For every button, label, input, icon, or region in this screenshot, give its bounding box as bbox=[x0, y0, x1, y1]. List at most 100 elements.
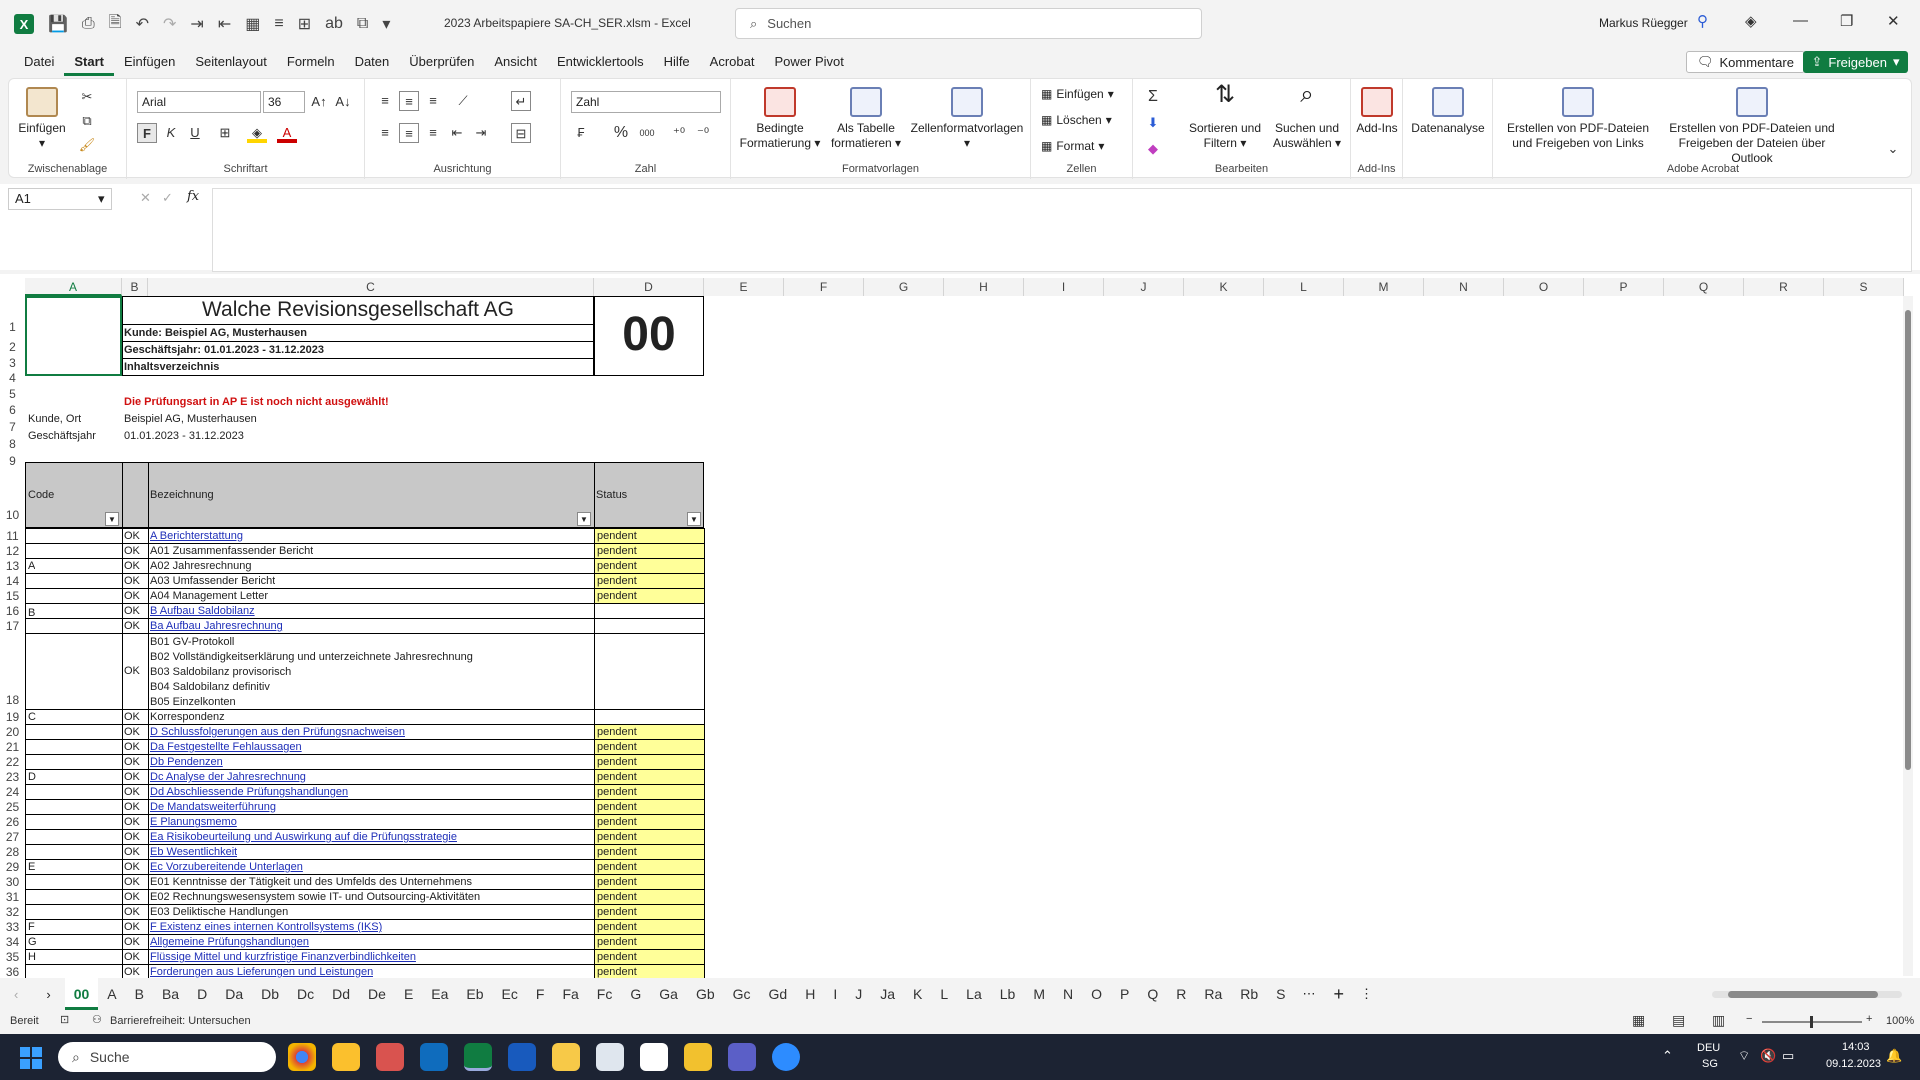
clock-date[interactable]: 09.12.2023 bbox=[1826, 1058, 1881, 1070]
sheet-tab-fa[interactable]: Fa bbox=[553, 978, 587, 1010]
copy-icon[interactable]: ⧉ bbox=[77, 111, 97, 131]
column-header-c[interactable]: C bbox=[148, 278, 594, 296]
column-header-g[interactable]: G bbox=[864, 278, 944, 296]
row-header[interactable]: 25 bbox=[0, 800, 25, 814]
row-header[interactable]: 26 bbox=[0, 815, 25, 829]
print-preview-icon[interactable]: 🗎 bbox=[109, 11, 122, 38]
row-header[interactable]: 6 bbox=[0, 403, 25, 417]
normal-view-icon[interactable]: ▦ bbox=[1632, 1012, 1645, 1029]
column-header-n[interactable]: N bbox=[1424, 278, 1504, 296]
acrobat-icon[interactable] bbox=[376, 1043, 404, 1071]
increase-decimal-icon[interactable]: ⁺⁰ bbox=[669, 123, 689, 143]
outdent-icon[interactable]: ⇤ bbox=[218, 14, 231, 34]
teams-icon[interactable] bbox=[728, 1043, 756, 1071]
redo-icon[interactable]: ↷ bbox=[163, 14, 176, 34]
format-painter-icon[interactable]: 🖌 bbox=[77, 135, 97, 155]
font-size-select[interactable]: 36 bbox=[263, 91, 305, 113]
row-header[interactable]: 9 bbox=[0, 454, 25, 468]
tab-formeln[interactable]: Formeln bbox=[277, 48, 345, 76]
column-header-f[interactable]: F bbox=[784, 278, 864, 296]
sheet-tab-ec[interactable]: Ec bbox=[493, 978, 527, 1010]
sheet-tab-d[interactable]: D bbox=[188, 978, 216, 1010]
font-name-select[interactable]: Arial bbox=[137, 91, 261, 113]
underline-button[interactable]: U bbox=[185, 123, 205, 143]
fill-color-icon[interactable]: ◈ bbox=[247, 123, 267, 143]
paste-button[interactable]: Einfügen ▾ bbox=[17, 87, 67, 151]
row-header[interactable]: 18 bbox=[0, 693, 25, 707]
add-sheet-icon[interactable]: + bbox=[1324, 984, 1355, 1005]
align-bottom-icon[interactable]: ≡ bbox=[423, 91, 443, 111]
column-header-k[interactable]: K bbox=[1184, 278, 1264, 296]
excel-taskbar-icon[interactable] bbox=[464, 1043, 492, 1071]
column-header-d[interactable]: D bbox=[594, 278, 704, 296]
row-header[interactable]: 16 bbox=[0, 604, 25, 618]
row-header[interactable]: 31 bbox=[0, 890, 25, 904]
more-sheets-icon[interactable]: ⋯ bbox=[1295, 986, 1324, 1002]
row-header[interactable]: 19 bbox=[0, 710, 25, 724]
zoom-out-icon[interactable]: − bbox=[1746, 1013, 1752, 1025]
create-pdf-links-button[interactable]: Erstellen von PDF-Dateien und Freigeben … bbox=[1503, 87, 1653, 151]
sheet-tab-j[interactable]: J bbox=[846, 978, 871, 1010]
sheet-tab-n[interactable]: N bbox=[1054, 978, 1082, 1010]
row-header[interactable]: 2 bbox=[0, 340, 25, 354]
sheet-tab-00[interactable]: 00 bbox=[64, 978, 99, 1010]
row-header[interactable]: 15 bbox=[0, 589, 25, 603]
align-top-icon[interactable]: ≡ bbox=[375, 91, 395, 111]
increase-font-icon[interactable]: A↑ bbox=[309, 92, 329, 112]
sheet-tab-rb[interactable]: Rb bbox=[1231, 978, 1267, 1010]
sheet-tab-de[interactable]: De bbox=[359, 978, 395, 1010]
page-layout-view-icon[interactable]: ▤ bbox=[1672, 1012, 1685, 1029]
customize-toolbar-icon[interactable]: ▾ bbox=[382, 14, 390, 34]
filter-dropdown-icon[interactable]: ▼ bbox=[105, 512, 119, 526]
tab-ansicht[interactable]: Ansicht bbox=[484, 48, 547, 76]
undo-icon[interactable]: ↶ bbox=[136, 14, 149, 34]
table-cell-bezeichnung[interactable]: E Planungsmemo bbox=[150, 815, 237, 829]
align-left-icon[interactable]: ≡ bbox=[375, 123, 395, 143]
table-cell-bezeichnung[interactable]: Eb Wesentlichkeit bbox=[150, 845, 237, 859]
notification-bell-icon[interactable]: 🔔 bbox=[1886, 1048, 1902, 1064]
fill-icon[interactable]: ⬇ bbox=[1143, 113, 1163, 133]
zoom-app-icon[interactable] bbox=[772, 1043, 800, 1071]
table-cell-bezeichnung[interactable]: A Berichterstattung bbox=[150, 529, 243, 543]
column-header-a[interactable]: A bbox=[25, 278, 122, 296]
cancel-icon[interactable]: ✕ bbox=[140, 190, 151, 206]
format-cells-button[interactable]: ▦ Format ▾ bbox=[1041, 139, 1104, 153]
sheet-tab-ra[interactable]: Ra bbox=[1195, 978, 1231, 1010]
sheet-tab-r[interactable]: R bbox=[1167, 978, 1195, 1010]
table-cell-bezeichnung[interactable]: Allgemeine Prüfungshandlungen bbox=[150, 935, 309, 949]
sheet-tab-la[interactable]: La bbox=[957, 978, 991, 1010]
sheet-tab-ba[interactable]: Ba bbox=[153, 978, 188, 1010]
align-middle-icon[interactable]: ≡ bbox=[399, 91, 419, 111]
column-header-q[interactable]: Q bbox=[1664, 278, 1744, 296]
table-cell-bezeichnung[interactable]: Dd Abschliessende Prüfungshandlungen bbox=[150, 785, 348, 799]
archive-icon[interactable] bbox=[596, 1043, 624, 1071]
accessibility-status[interactable]: Barrierefreiheit: Untersuchen bbox=[110, 1015, 251, 1027]
row-header[interactable]: 17 bbox=[0, 619, 25, 633]
column-header-e[interactable]: E bbox=[704, 278, 784, 296]
column-header-s[interactable]: S bbox=[1824, 278, 1904, 296]
sheet-tab-q[interactable]: Q bbox=[1138, 978, 1167, 1010]
font-color-icon[interactable]: A bbox=[277, 123, 297, 143]
sheet-tab-ga[interactable]: Ga bbox=[650, 978, 687, 1010]
table-cell-bezeichnung[interactable]: De Mandatsweiterführung bbox=[150, 800, 276, 814]
sheet-tab-f[interactable]: F bbox=[527, 978, 554, 1010]
row-header[interactable]: 7 bbox=[0, 420, 25, 434]
next-sheet-icon[interactable]: › bbox=[32, 987, 64, 1002]
selected-cell-a1[interactable] bbox=[25, 296, 122, 376]
table-icon[interactable]: ▦ bbox=[245, 14, 260, 34]
sheet-tab-k[interactable]: K bbox=[904, 978, 931, 1010]
sheet-tab-lb[interactable]: Lb bbox=[991, 978, 1025, 1010]
sheet-tab-h[interactable]: H bbox=[796, 978, 824, 1010]
row-header[interactable]: 27 bbox=[0, 830, 25, 844]
sheet-tab-m[interactable]: M bbox=[1024, 978, 1054, 1010]
table-cell-bezeichnung[interactable]: Flüssige Mittel und kurzfristige Finanzv… bbox=[150, 950, 416, 964]
borders-icon[interactable]: ⊞ bbox=[215, 123, 235, 143]
row-header[interactable]: 23 bbox=[0, 770, 25, 784]
user-search-icon[interactable]: ⚲ bbox=[1697, 12, 1708, 30]
sheet-tab-g[interactable]: G bbox=[621, 978, 650, 1010]
conditional-formatting-button[interactable]: Bedingte Formatierung ▾ bbox=[735, 87, 825, 151]
close-icon[interactable]: ✕ bbox=[1887, 12, 1900, 30]
sheet-tab-p[interactable]: P bbox=[1111, 978, 1138, 1010]
row-header[interactable]: 1 bbox=[0, 320, 25, 334]
outlook-icon[interactable] bbox=[420, 1043, 448, 1071]
